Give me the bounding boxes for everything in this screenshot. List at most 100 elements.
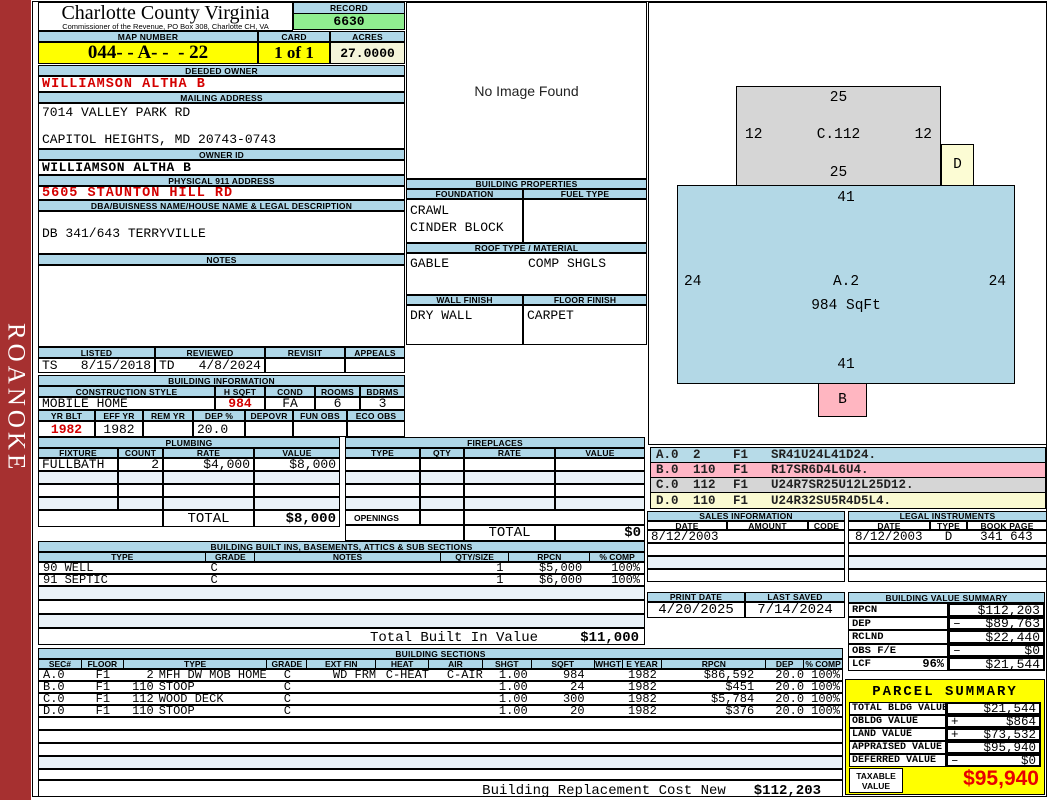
parcel-value: + $864: [946, 715, 1041, 728]
sketch-shape-a2: 41 24 A.2 24 984 SqFt 41: [677, 185, 1015, 384]
plumbing-empty-row: [118, 471, 163, 484]
parcel-label: TOTAL BLDG VALUE: [849, 702, 946, 715]
fireplaces-empty-row: [420, 497, 464, 510]
sections-empty-row: [38, 769, 843, 780]
code-type: 112: [693, 478, 716, 492]
map-number-value: 044- - A- - - 22: [38, 42, 258, 64]
listed-by: TS: [42, 358, 58, 373]
fireplaces-col-rate: RATE: [464, 448, 555, 458]
type-code: 112: [132, 693, 154, 705]
wallfinish-label: WALL FINISH: [406, 295, 523, 305]
sections-row: C.0 F1 112 WOOD DECK C 1.00 300 1982 $5,784 20.0 1…: [38, 693, 843, 705]
fireplaces-empty-row: [464, 471, 555, 484]
bvs-amount: $112,203: [977, 603, 1040, 617]
wallfinish-value: DRY WALL: [406, 305, 523, 345]
last-saved-value: 7/14/2024: [745, 602, 845, 618]
builtins-empty-row: [38, 586, 645, 600]
sec: B.0: [43, 681, 65, 693]
sidebar-locality-label: ROANOKE: [2, 322, 30, 474]
plumbing-empty-row: [254, 497, 340, 510]
bvs-label: OBS F/E: [848, 644, 948, 657]
sections-empty-row: [38, 743, 843, 756]
physical-address-header: PHYSICAL 911 ADDRESS: [38, 175, 405, 186]
last-saved-label: LAST SAVED: [745, 592, 845, 602]
sections-header: BUILDING SECTIONS: [38, 648, 843, 659]
dim-top: 25: [829, 90, 848, 106]
bvs-amount: $89,763: [985, 617, 1040, 630]
sections-row: B.0 F1 110 STOOP C 1.00 24 1982 $451 20.0 100%: [38, 681, 843, 693]
builtins-row: 90 WELL C 1 $5,000 100%: [38, 562, 645, 574]
rcn-value: $112,203: [753, 783, 821, 799]
builtins-comp: 100%: [611, 574, 640, 586]
plumbing-rate: $4,000: [163, 458, 254, 471]
parcel-amount: $864: [1005, 715, 1036, 728]
type-name: STOOP: [158, 681, 195, 693]
openings-qty: [420, 510, 464, 525]
no-image-text: No Image Found: [474, 82, 579, 99]
dim-right: 24: [988, 274, 1006, 290]
bvs-lcf-label: LCF: [852, 658, 871, 670]
type-name: WOOD DECK: [158, 693, 224, 705]
builtins-qty: 1: [496, 562, 504, 574]
revisit-header: REVISIT: [265, 347, 345, 358]
legal-empty-row: [848, 569, 1047, 582]
yrblt-value: 1982: [38, 421, 95, 437]
sketch-shape-c112: 25 12 C.112 12 25: [736, 86, 941, 186]
plumbing-empty-row: [163, 484, 254, 497]
sections-col-rpcn: RPCN: [662, 660, 767, 668]
mailing-line2: CAPITOL HEIGHTS, MD 20743-0743: [42, 132, 277, 147]
plumbing-count: 2: [118, 458, 163, 471]
fireplaces-col-type: TYPE: [345, 448, 420, 458]
appeals-header: APPEALS: [345, 347, 405, 358]
fireplaces-empty-row: [555, 484, 645, 497]
plumbing-empty-row: [254, 471, 340, 484]
legal-col-bookpage: BOOK PAGE: [967, 521, 1047, 530]
type-code: 2: [146, 669, 154, 681]
revisit-value: [265, 358, 345, 373]
rpcn: $376: [725, 705, 755, 717]
legal-date: 8/12/2003: [855, 530, 923, 543]
plumbing-empty-row: [38, 484, 118, 497]
floorfinish-value: CARPET: [523, 305, 647, 345]
parcel-label: OBLDG VALUE: [849, 715, 946, 728]
bvs-amount: $0: [1024, 644, 1040, 657]
grade: C: [283, 681, 291, 693]
fireplaces-empty-row: [555, 497, 645, 510]
builtins-empty-row: [38, 614, 645, 628]
plumbing-fixture: FULLBATH: [38, 458, 118, 471]
shgt: 1.00: [498, 669, 528, 681]
listed-date: 8/15/2018: [80, 358, 151, 373]
builtins-col-rpcn: RPCN: [509, 553, 591, 561]
foundation-label: FOUNDATION: [406, 189, 523, 199]
dep: 20.0: [775, 693, 805, 705]
sections-empty-row: [38, 756, 843, 769]
hsqft-value: 984: [215, 397, 265, 410]
fireplaces-empty-row: [420, 458, 464, 471]
bvs-amount: $22,440: [985, 630, 1040, 644]
parcel-value: + $73,532: [946, 728, 1041, 741]
builtins-comp: 100%: [611, 562, 640, 574]
parcel-amount: $95,940: [983, 741, 1036, 754]
floorfinish-label: FLOOR FINISH: [523, 295, 647, 305]
cond-value: FA: [265, 397, 315, 410]
sections-row: D.0 F1 110 STOOP C 1.00 20 1982 $376 20.0 100%: [38, 705, 843, 717]
appeals-value: [345, 358, 405, 373]
hsqft-label: H SQFT: [215, 386, 265, 397]
sales-col-date: DATE: [647, 521, 727, 530]
code-sec: C.0: [656, 478, 679, 492]
fireplaces-header: FIREPLACES: [345, 437, 645, 448]
openings-label: OPENINGS: [345, 510, 420, 525]
bvs-label: RCLND: [848, 630, 948, 644]
parcel-value: – $0: [946, 754, 1041, 767]
dba-header: DBA/BUISNESS NAME/HOUSE NAME & LEGAL DES…: [38, 200, 405, 211]
taxable-label-line2: VALUE: [861, 780, 891, 791]
bvs-label: DEP: [848, 617, 948, 630]
parcel-label: LAND VALUE: [849, 728, 946, 741]
rpcn: $451: [725, 681, 755, 693]
builtins-col-headers: TYPE GRADE NOTES QTY/SIZE RPCN % COMP: [38, 552, 645, 562]
type-code: 110: [132, 705, 154, 717]
sqft: 300: [562, 693, 585, 705]
fireplaces-empty-row: [345, 471, 420, 484]
floor: F1: [95, 693, 111, 705]
parcel-op: +: [951, 715, 959, 728]
